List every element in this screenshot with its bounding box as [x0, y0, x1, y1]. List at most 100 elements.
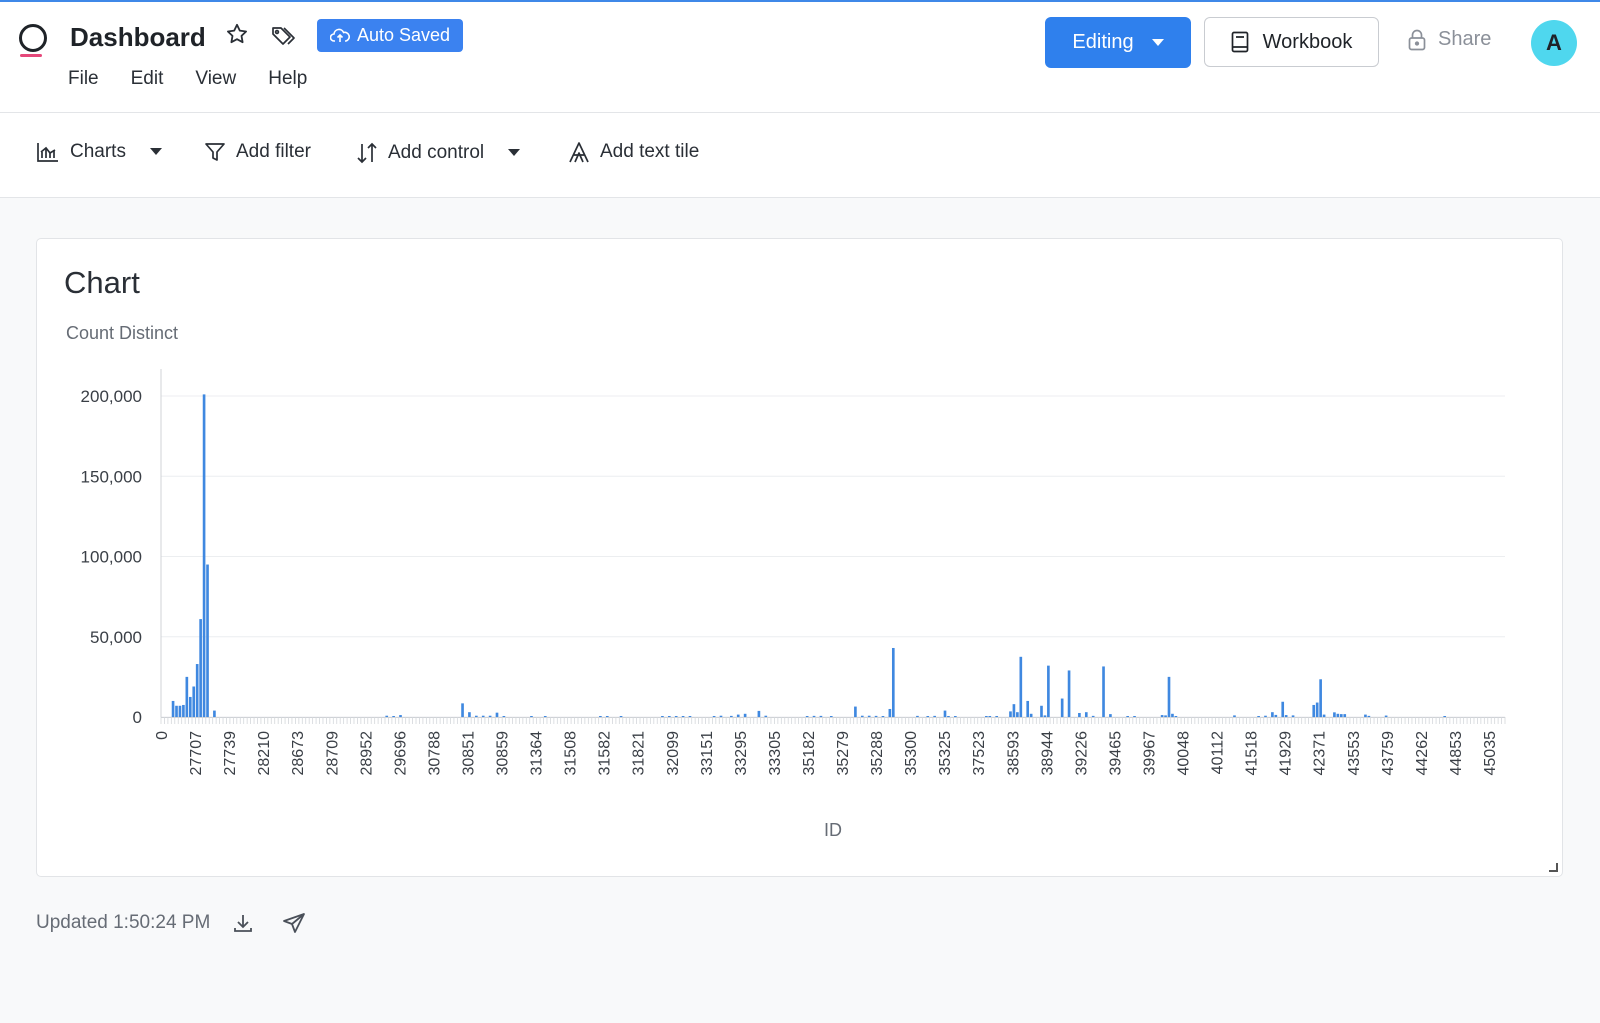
updated-timestamp: Updated 1:50:24 PM	[36, 912, 211, 933]
chart-bar	[502, 716, 506, 717]
x-tick-label: 38944	[1039, 731, 1056, 776]
chart-bar	[468, 712, 471, 717]
chart-bar	[1174, 716, 1178, 717]
x-tick-label: 35300	[903, 731, 920, 776]
x-tick-label: 28952	[358, 731, 375, 776]
chart-bar	[1312, 704, 1316, 717]
x-axis-title: ID	[824, 820, 842, 840]
x-tick-label: 38593	[1005, 731, 1022, 776]
chart-bar	[995, 716, 999, 717]
y-tick-label: 50,000	[90, 628, 142, 647]
menu-file[interactable]: File	[68, 68, 99, 90]
chart-card[interactable]: Chart Count Distinct 0 50,000 100,000 150,0…	[36, 238, 1563, 877]
chart-bar	[736, 714, 740, 717]
chart-bar	[1016, 712, 1019, 717]
chart-bar	[743, 713, 747, 717]
chart-bar	[1367, 715, 1371, 717]
chart-bar	[867, 715, 871, 717]
add-filter-button[interactable]: Add filter	[204, 141, 311, 163]
add-control-label: Add control	[388, 142, 485, 163]
chart-bar	[688, 716, 692, 717]
resize-handle[interactable]	[1549, 863, 1558, 872]
menu-help[interactable]: Help	[268, 68, 307, 90]
x-tick-label: 37523	[971, 731, 988, 776]
download-icon[interactable]	[232, 912, 254, 934]
avatar[interactable]: A	[1531, 20, 1577, 66]
send-icon[interactable]	[282, 912, 306, 934]
x-tick-label: 40048	[1176, 731, 1193, 776]
chart-bar	[1336, 713, 1340, 717]
tag-icon[interactable]	[270, 22, 298, 50]
editing-button[interactable]: Editing	[1045, 17, 1191, 68]
chart-bar	[392, 716, 395, 717]
auto-saved-badge[interactable]: Auto Saved	[317, 19, 463, 52]
chart-bar	[543, 716, 547, 717]
x-tick-label: 33295	[733, 731, 750, 776]
chart-bar	[171, 700, 175, 717]
charts-button[interactable]: Charts	[36, 141, 162, 163]
chart-bar	[461, 703, 464, 717]
menu-edit[interactable]: Edit	[131, 68, 164, 90]
chart-bar	[1271, 712, 1274, 717]
x-tick-label: 28210	[256, 731, 273, 776]
chart-bar	[1291, 715, 1295, 717]
chart-bar	[1343, 714, 1347, 717]
chart-bar	[943, 710, 947, 717]
x-tick-label: 30859	[495, 731, 512, 776]
chart-bar	[188, 696, 192, 717]
chart-bar	[185, 676, 189, 717]
chart-bar	[1364, 714, 1367, 717]
x-tick-label: 40112	[1210, 731, 1227, 774]
chart-bar	[1047, 665, 1050, 717]
sort-arrows-icon	[357, 142, 377, 164]
chart-bar	[599, 716, 602, 717]
x-tick-label: 31508	[563, 731, 580, 776]
chart-bar	[888, 708, 892, 717]
chart-bar	[195, 664, 199, 717]
add-text-tile-label: Add text tile	[600, 141, 700, 162]
y-tick-label: 150,000	[81, 467, 142, 486]
chart-bar	[1009, 711, 1012, 717]
add-control-button[interactable]: Add control	[356, 141, 521, 165]
chart-bar	[213, 710, 216, 717]
share-button[interactable]: Share	[1408, 28, 1491, 51]
chart-bar	[730, 715, 733, 717]
workbook-button[interactable]: Workbook	[1204, 17, 1379, 67]
chart-bar	[1333, 712, 1336, 717]
x-tick-label: 45035	[1482, 731, 1499, 776]
chart-bar	[1171, 713, 1174, 717]
x-tick-label: 35279	[835, 731, 852, 776]
app-logo[interactable]	[18, 22, 48, 58]
x-tick-label: 31821	[631, 731, 648, 776]
y-tick-label: 200,000	[81, 387, 142, 406]
chart-bar	[1274, 714, 1278, 717]
chart-bar	[988, 716, 992, 717]
chart-icon	[37, 143, 58, 162]
star-icon[interactable]	[223, 20, 251, 48]
toolbar: Charts Add filter Add control Add text t…	[0, 113, 1600, 198]
chart-bar	[1257, 716, 1260, 717]
x-tick-label: 33305	[767, 731, 784, 776]
chart-bar	[1078, 712, 1081, 717]
y-tick-label: 100,000	[81, 548, 142, 567]
chart-bar	[881, 716, 885, 717]
chart-bar	[488, 715, 492, 717]
chart-bar	[854, 706, 857, 717]
chart-bar	[1012, 704, 1016, 717]
chart-bar	[605, 716, 609, 717]
chart-bar	[1264, 715, 1267, 717]
chart-bar	[712, 716, 716, 717]
chart-bar	[947, 716, 950, 717]
x-tick-label: 41929	[1278, 731, 1295, 776]
chart-bar	[1026, 700, 1030, 717]
x-tick-label: 39967	[1141, 731, 1158, 776]
chart-bar	[860, 715, 864, 717]
chart-bar	[530, 716, 533, 717]
menu-view[interactable]: View	[195, 68, 236, 90]
chart-bar	[206, 564, 209, 717]
bar-chart[interactable]: 0 50,000 100,000 150,000 200,000 0 27707 27739 2…	[37, 239, 1564, 878]
add-text-tile-button[interactable]: Add text tile	[568, 141, 699, 163]
charts-label: Charts	[70, 141, 126, 162]
chart-bar	[1319, 679, 1322, 717]
chart-bar	[481, 715, 485, 717]
